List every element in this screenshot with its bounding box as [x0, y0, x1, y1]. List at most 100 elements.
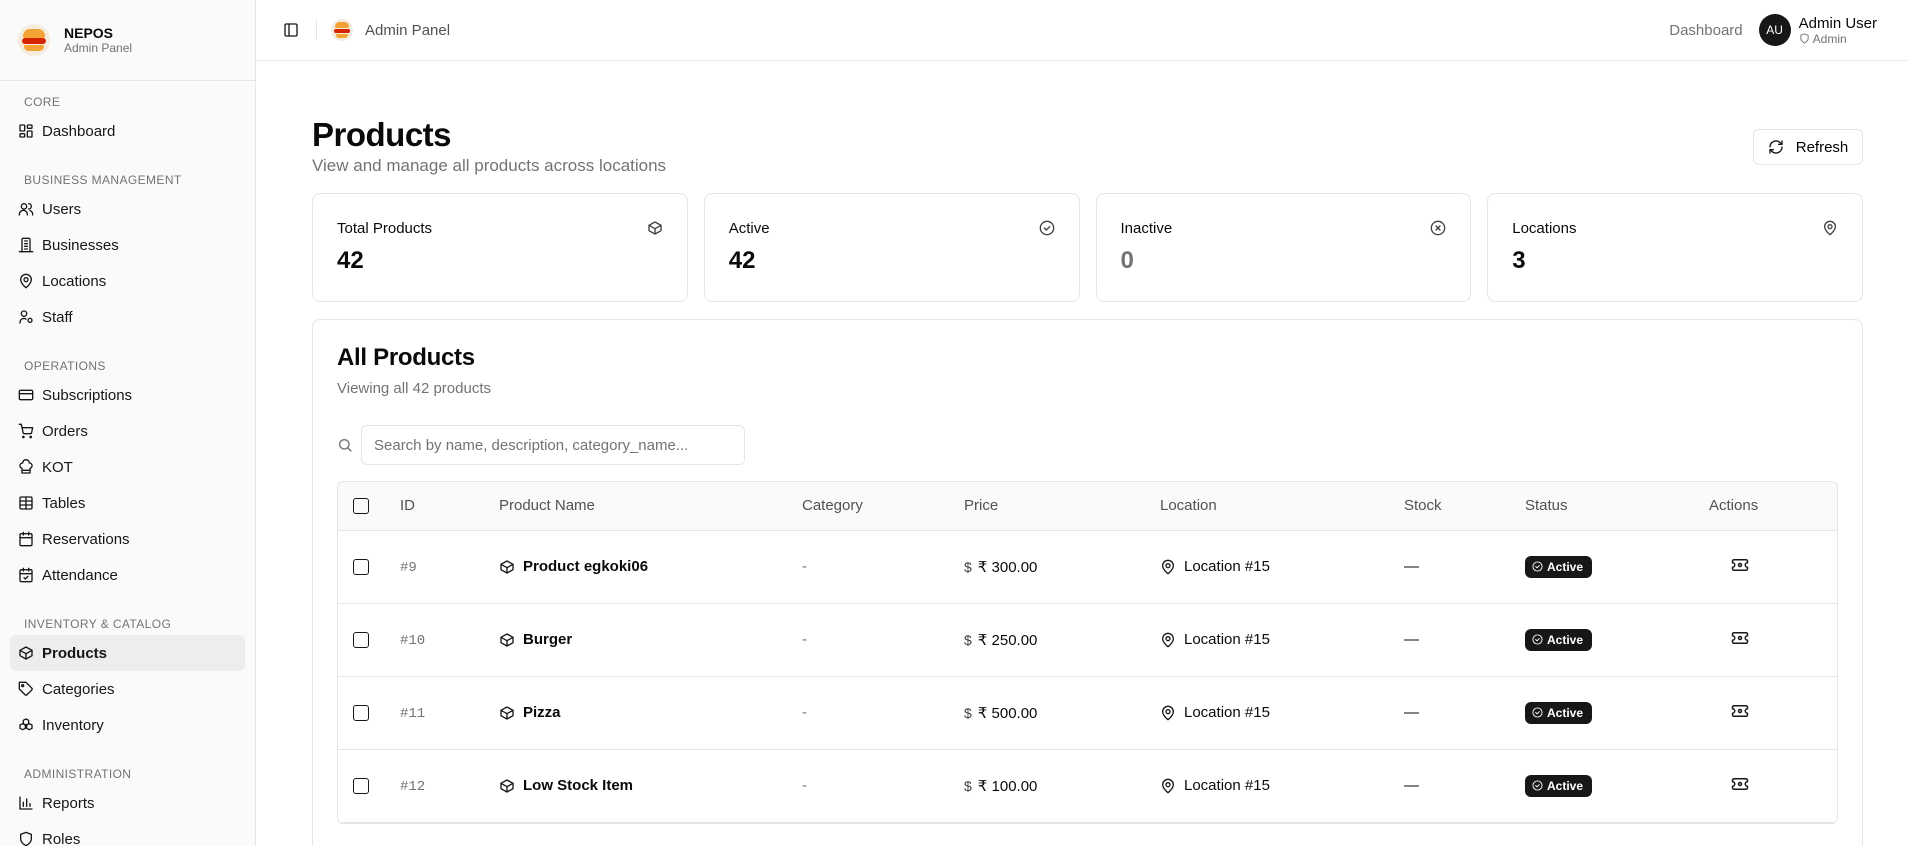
table-row[interactable]: #9 Product egkoki06 - $ ₹ 300.00 Location #15… — [338, 530, 1837, 603]
sidebar: NEPOS Admin Panel CORE Dashboard BUSINESS … — [0, 0, 256, 846]
product-location: Location #15 — [1184, 631, 1270, 648]
row-checkbox[interactable] — [353, 632, 369, 649]
sidebar-item-label: Users — [42, 200, 82, 218]
sidebar-item-label: Reports — [42, 794, 95, 812]
building-icon — [18, 237, 34, 253]
sidebar-item-users[interactable]: Users — [10, 191, 245, 227]
package-icon — [18, 645, 34, 661]
product-location: Location #15 — [1184, 777, 1270, 794]
user-name: Admin User — [1798, 14, 1877, 32]
product-id: #12 — [400, 778, 426, 795]
column-header-id[interactable]: ID — [400, 482, 499, 531]
sidebar-item-locations[interactable]: Locations — [10, 263, 245, 299]
product-price-cell: $ ₹ 250.00 — [964, 631, 1160, 649]
sidebar-item-label: Products — [42, 644, 108, 662]
map-pin-icon — [1160, 778, 1176, 794]
row-checkbox[interactable] — [353, 778, 369, 795]
stat-label: Total Products — [337, 220, 433, 237]
page-header: Products View and manage all products ac… — [312, 61, 1863, 193]
sidebar-item-staff[interactable]: Staff — [10, 299, 245, 335]
card-subtitle: Viewing all 42 products — [337, 380, 491, 397]
package-icon — [647, 220, 663, 236]
sidebar-item-label: Businesses — [42, 236, 119, 254]
status-badge: Active — [1525, 555, 1593, 578]
column-header-product-name[interactable]: Product Name — [499, 482, 802, 531]
product-location: Location #15 — [1184, 558, 1270, 575]
sidebar-item-orders[interactable]: Orders — [10, 413, 245, 449]
user-info[interactable]: Admin User Admin — [1799, 15, 1877, 46]
sidebar-item-inventory[interactable]: Inventory — [10, 707, 245, 743]
row-checkbox[interactable] — [353, 559, 369, 576]
view-ticket-icon[interactable] — [1731, 556, 1749, 574]
topbar-title: Admin Panel — [365, 21, 451, 39]
sidebar-item-roles[interactable]: Roles — [10, 821, 245, 846]
view-ticket-icon[interactable] — [1731, 629, 1749, 647]
column-header-actions[interactable]: Actions — [1709, 482, 1837, 531]
brand-logo-icon — [18, 24, 50, 56]
breadcrumb-dashboard-link[interactable]: Dashboard — [1669, 22, 1742, 39]
dollar-sign-icon: $ — [964, 777, 972, 794]
product-category: - — [802, 777, 807, 794]
sidebar-item-products[interactable]: Products — [10, 635, 245, 671]
column-header-category[interactable]: Category — [802, 482, 964, 531]
sidebar-item-categories[interactable]: Categories — [10, 671, 245, 707]
column-header-stock[interactable]: Stock — [1404, 482, 1525, 531]
column-header-status[interactable]: Status — [1525, 482, 1709, 531]
roles-icon — [18, 831, 34, 846]
product-category: - — [802, 704, 807, 721]
status-label: Active — [1547, 778, 1584, 793]
stat-value: 42 — [337, 247, 364, 274]
sidebar-item-attendance[interactable]: Attendance — [10, 557, 245, 593]
sidebar-item-tables[interactable]: Tables — [10, 485, 245, 521]
table-row[interactable]: #11 Pizza - $ ₹ 500.00 Location #15 — Active — [338, 676, 1837, 749]
sidebar-item-label: Orders — [42, 422, 88, 440]
package-icon — [499, 632, 515, 648]
avatar[interactable]: AU — [1758, 14, 1791, 46]
table-row[interactable]: #12 Low Stock Item - $ ₹ 100.00 Location #15 —… — [338, 749, 1837, 822]
product-location: Location #15 — [1184, 704, 1270, 721]
product-stock: — — [1404, 631, 1419, 648]
sidebar-item-dashboard[interactable]: Dashboard — [10, 113, 245, 149]
stat-card-active: Active 42 — [703, 193, 1080, 302]
product-location-cell: Location #15 — [1160, 558, 1404, 575]
product-stock: — — [1404, 558, 1419, 575]
staff-icon — [18, 309, 34, 325]
sidebar-item-businesses[interactable]: Businesses — [10, 227, 245, 263]
sidebar-toggle-button[interactable] — [276, 15, 306, 45]
cart-icon — [18, 423, 34, 439]
column-header-price[interactable]: Price — [964, 482, 1160, 531]
stats-row: Total Products 42 Active 42 Inactive 0 Locatio… — [312, 193, 1863, 302]
product-name-cell: Burger — [499, 631, 802, 648]
package-icon — [499, 559, 515, 575]
view-ticket-icon[interactable] — [1731, 775, 1749, 793]
sidebar-item-reports[interactable]: Reports — [10, 785, 245, 821]
sidebar-item-reservations[interactable]: Reservations — [10, 521, 245, 557]
nav-gap — [0, 593, 255, 613]
tag-icon — [18, 681, 34, 697]
page-subtitle: View and manage all products across loca… — [312, 156, 667, 175]
dollar-sign-icon: $ — [964, 631, 972, 648]
brand[interactable]: NEPOS Admin Panel — [0, 0, 255, 81]
product-name: Product egkoki06 — [523, 558, 649, 575]
stat-card-total-products: Total Products 42 — [312, 193, 688, 302]
sidebar-item-subscriptions[interactable]: Subscriptions — [10, 377, 245, 413]
product-location-cell: Location #15 — [1160, 777, 1404, 794]
refresh-icon — [1768, 139, 1784, 155]
row-checkbox[interactable] — [353, 705, 369, 722]
sidebar-item-kot[interactable]: KOT — [10, 449, 245, 485]
status-label: Active — [1547, 632, 1584, 647]
refresh-button[interactable]: Refresh — [1753, 129, 1863, 165]
table-row[interactable]: #10 Burger - $ ₹ 250.00 Location #15 — Active — [338, 603, 1837, 676]
product-stock: — — [1404, 777, 1419, 794]
select-all-checkbox[interactable] — [353, 498, 369, 515]
brand-name: NEPOS — [64, 24, 114, 41]
nav-section-label: ADMINISTRATION — [24, 767, 132, 781]
product-id: #9 — [400, 559, 417, 576]
nav-gap — [0, 743, 255, 763]
search-input[interactable] — [361, 425, 745, 465]
card-title: All Products — [337, 344, 475, 371]
view-ticket-icon[interactable] — [1731, 702, 1749, 720]
main-content: Products View and manage all products ac… — [312, 61, 1863, 846]
column-header-location[interactable]: Location — [1160, 482, 1404, 531]
nav-section-label: CORE — [24, 95, 61, 109]
